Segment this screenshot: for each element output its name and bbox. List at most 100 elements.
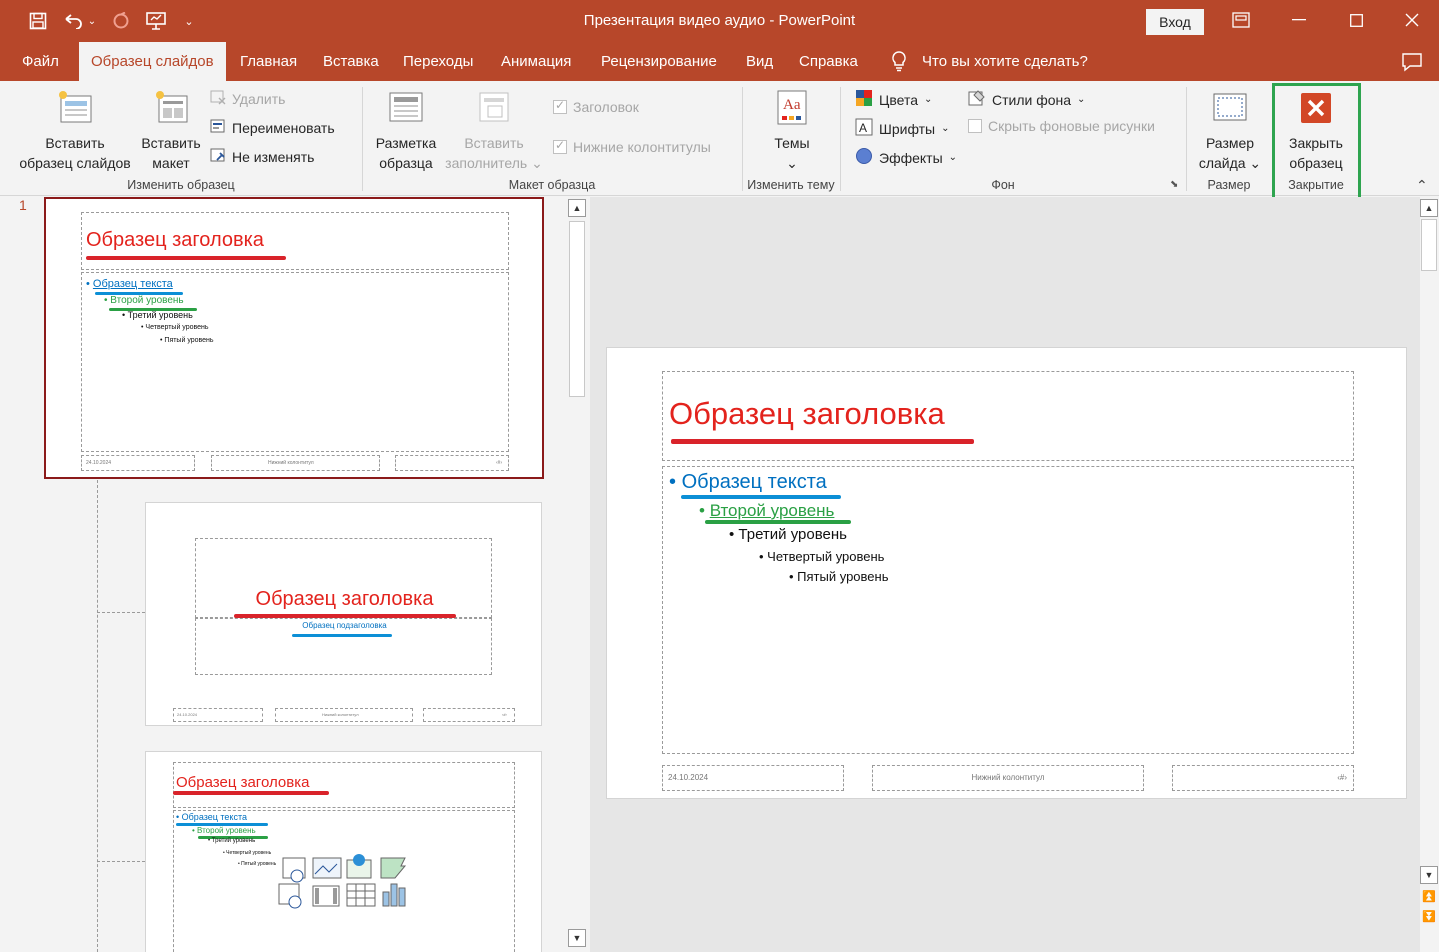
maximize-icon[interactable] — [1341, 6, 1371, 34]
ribbon-separator — [840, 87, 841, 191]
close-window-icon[interactable] — [1397, 6, 1427, 34]
group-label-master-layout: Макет образца — [508, 178, 596, 192]
thumb-level2: • Второй уровень — [104, 295, 184, 306]
lightbulb-icon[interactable] — [889, 50, 909, 72]
login-button[interactable]: Вход — [1146, 9, 1204, 35]
tab-file[interactable]: Файл — [22, 42, 59, 81]
tab-transitions[interactable]: Переходы — [403, 42, 473, 81]
rename-button[interactable]: Переименовать — [210, 118, 335, 137]
group-label-edit-theme: Изменить тему — [747, 178, 835, 192]
ribbon-display-options-icon[interactable] — [1226, 6, 1256, 34]
master-slide-thumbnail[interactable]: Образец заголовка • Образец текста • Вто… — [44, 197, 544, 479]
master-layout-button[interactable]: Разметка образца — [370, 89, 442, 173]
themes-label: Темы — [774, 135, 810, 151]
layout-connector — [97, 480, 98, 952]
main-title: Образец заголовка — [669, 396, 945, 431]
scrollbar-thumb[interactable] — [1421, 219, 1437, 271]
effects-icon — [855, 147, 873, 168]
ribbon-separator — [362, 87, 363, 191]
slide-size-button[interactable]: Размер слайда ⌄ — [1192, 89, 1268, 173]
title-underline — [86, 256, 286, 260]
thumb-subtitle: Образец подзаголовка — [302, 621, 387, 630]
insert-slide-master-label-2: образец слайдов — [19, 155, 131, 171]
effects-dropdown[interactable]: Эффекты ⌄ — [855, 147, 957, 168]
master-layout-label-2: образца — [379, 155, 433, 171]
ribbon: Вставить образец слайдов Вставить макет … — [0, 81, 1439, 201]
main-level2: • Второй уровень — [699, 501, 835, 520]
fonts-icon: A — [855, 118, 873, 139]
thumbnail-scrollbar[interactable]: ▲ ▼ — [568, 197, 586, 952]
slide-size-label-2: слайда ⌄ — [1198, 155, 1262, 171]
insert-placeholder-button[interactable]: Вставить заполнитель ⌄ — [442, 89, 546, 173]
title-layout-thumbnail[interactable]: Образец заголовка Образец подзаголовка 2… — [145, 502, 542, 726]
checkbox-icon — [553, 98, 567, 114]
comments-icon[interactable] — [1401, 52, 1423, 72]
fonts-label: Шрифты — [879, 120, 936, 137]
thumb-level5: • Пятый уровень — [238, 861, 277, 867]
tab-insert[interactable]: Вставка — [323, 42, 379, 81]
scroll-up-icon[interactable]: ▲ — [1420, 199, 1438, 217]
themes-dropdown-icon: ⌄ — [786, 155, 798, 171]
scroll-up-icon[interactable]: ▲ — [568, 199, 586, 217]
footers-checkbox[interactable]: Нижние колонтитулы — [553, 138, 711, 155]
tab-animations[interactable]: Анимация — [501, 42, 571, 81]
slide-number: 1 — [19, 197, 27, 213]
background-styles-label: Стили фона — [992, 91, 1072, 108]
level2-underline — [705, 520, 851, 524]
main-level5: • Пятый уровень — [789, 569, 889, 584]
thumb-level3: • Третий уровень — [122, 310, 193, 320]
chevron-down-icon: ⌄ — [1077, 94, 1086, 105]
hide-background-checkbox[interactable]: Скрыть фоновые рисунки — [968, 118, 1155, 134]
main-slide-canvas[interactable]: Образец заголовка • Образец текста • Вто… — [606, 347, 1407, 799]
dialog-launcher-icon[interactable]: ⬊ — [1170, 179, 1178, 190]
themes-button[interactable]: Aa Темы ⌄ — [752, 89, 832, 173]
delete-button[interactable]: Удалить — [210, 89, 285, 108]
subtitle-underline — [292, 634, 392, 637]
scrollbar-thumb[interactable] — [569, 221, 585, 397]
title-bar: ⌄ ⌄ Презентация видео аудио - PowerPoint… — [0, 0, 1439, 42]
previous-slide-icon[interactable]: ⏫ — [1420, 887, 1438, 905]
colors-label: Цвета — [879, 91, 918, 108]
colors-dropdown[interactable]: Цвета ⌄ — [855, 89, 932, 110]
checkbox-icon — [968, 119, 982, 133]
checkbox-icon — [553, 138, 567, 154]
next-slide-icon[interactable]: ⏬ — [1420, 907, 1438, 925]
preserve-label: Не изменять — [232, 148, 315, 165]
background-styles-dropdown[interactable]: Стили фона ⌄ — [968, 89, 1085, 110]
tab-home[interactable]: Главная — [240, 42, 297, 81]
tab-help[interactable]: Справка — [799, 42, 858, 81]
tab-review[interactable]: Рецензирование — [601, 42, 717, 81]
chevron-down-icon: ⌄ — [924, 94, 933, 105]
chevron-down-icon: ⌄ — [948, 152, 958, 163]
title-checkbox[interactable]: Заголовок — [553, 98, 639, 115]
scroll-down-icon[interactable]: ▼ — [1420, 866, 1438, 884]
thumb-content-title: Образец заголовка — [176, 774, 310, 791]
insert-layout-button[interactable]: Вставить макет — [138, 89, 204, 173]
scroll-down-icon[interactable]: ▼ — [568, 929, 586, 947]
tell-me-search[interactable]: Что вы хотите сделать? — [922, 42, 1088, 81]
thumb-level5: • Пятый уровень — [160, 337, 214, 344]
ribbon-separator — [1186, 87, 1187, 191]
fonts-dropdown[interactable]: A Шрифты ⌄ — [855, 118, 950, 139]
thumb-layout-title: Образец заголовка — [255, 588, 434, 610]
content-layout-thumbnail[interactable]: Образец заголовка • Образец текста • Вто… — [145, 751, 542, 952]
edit-area-scrollbar[interactable]: ▲ ▼ ⏫ ⏬ — [1420, 197, 1438, 952]
thumb-level1: • Образец текста — [86, 278, 173, 290]
thumb-level4: • Четвертый уровень — [141, 324, 209, 331]
slide-number-placeholder — [395, 455, 509, 471]
insert-layout-label-2: макет — [152, 155, 190, 171]
slide-size-icon — [1211, 89, 1249, 127]
slide-thumbnail-pane: 1 Образец заголовка • Образец текста • В… — [0, 197, 590, 952]
minimize-icon[interactable] — [1284, 6, 1314, 34]
preserve-button[interactable]: Не изменять — [210, 147, 314, 166]
layout-connector — [97, 612, 145, 613]
insert-slide-master-button[interactable]: Вставить образец слайдов — [12, 89, 138, 173]
tab-view[interactable]: Вид — [746, 42, 773, 81]
ribbon-separator — [742, 87, 743, 191]
insert-slide-master-label-1: Вставить — [45, 135, 105, 151]
group-label-size: Размер — [1207, 178, 1251, 192]
main-footer-num: ‹#› — [1337, 773, 1347, 782]
insert-placeholder-label-2: заполнитель ⌄ — [445, 155, 543, 171]
tab-slide-master[interactable]: Образец слайдов — [79, 42, 226, 81]
collapse-ribbon-icon[interactable]: ⌃ — [1416, 177, 1428, 194]
